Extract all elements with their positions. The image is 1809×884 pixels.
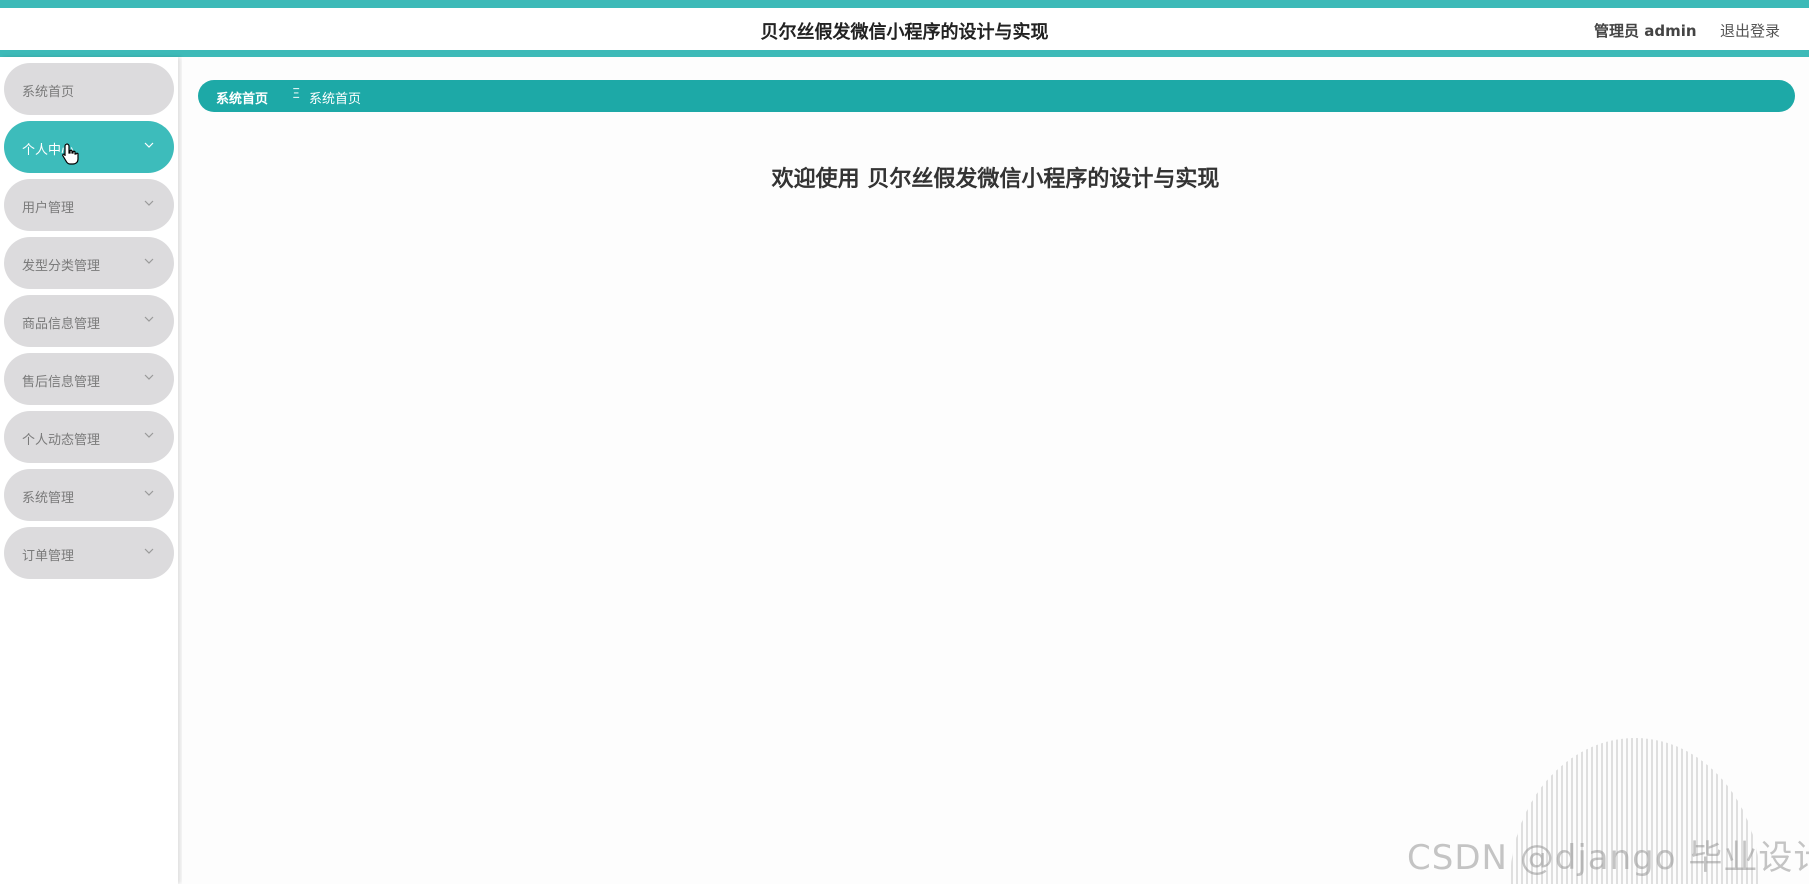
breadcrumb-home-link[interactable]: 系统首页 — [216, 88, 268, 107]
chevron-down-icon — [144, 258, 154, 264]
chevron-down-icon — [144, 432, 154, 438]
sidebar-item-home[interactable]: 系统首页 — [4, 63, 174, 115]
chevron-down-icon — [144, 316, 154, 322]
chevron-down-icon — [144, 374, 154, 380]
top-header: 贝尔丝假发微信小程序的设计与实现 管理员 admin 退出登录 — [0, 0, 1809, 57]
breadcrumb-current: 系统首页 — [309, 92, 362, 107]
app-title: 贝尔丝假发微信小程序的设计与实现 — [760, 22, 1049, 43]
sidebar-item-label: 系统管理 — [22, 491, 75, 506]
sidebar-item-label: 系统首页 — [22, 85, 75, 100]
breadcrumb-separator-icon: Ξ — [292, 87, 301, 102]
sidebar-item-product-info[interactable]: 商品信息管理 — [4, 295, 174, 347]
chevron-down-icon — [144, 200, 154, 206]
sidebar-item-after-sales[interactable]: 售后信息管理 — [4, 353, 174, 405]
sidebar-item-personal-center[interactable]: 个人中心 — [4, 121, 174, 173]
sidebar-item-label: 售后信息管理 — [22, 375, 101, 390]
chevron-down-icon — [144, 490, 154, 496]
chevron-down-icon — [144, 142, 154, 148]
sidebar-item-label: 订单管理 — [22, 549, 75, 564]
sidebar-item-system-management[interactable]: 系统管理 — [4, 469, 174, 521]
chevron-down-icon — [144, 548, 154, 554]
hand-pointer-icon — [62, 143, 79, 165]
sidebar-item-hairstyle-category[interactable]: 发型分类管理 — [4, 237, 174, 289]
breadcrumb: 系统首页 Ξ 系统首页 — [198, 80, 1795, 112]
watermark-text: CSDN @django 毕业设计 — [1407, 838, 1809, 878]
welcome-heading: 欢迎使用 贝尔丝假发微信小程序的设计与实现 — [771, 167, 1220, 192]
sidebar-item-personal-feed[interactable]: 个人动态管理 — [4, 411, 174, 463]
sidebar-item-label: 商品信息管理 — [22, 317, 101, 332]
sidebar-item-label: 发型分类管理 — [22, 259, 101, 274]
sidebar-item-label: 个人动态管理 — [22, 433, 101, 448]
sidebar-item-user-management[interactable]: 用户管理 — [4, 179, 174, 231]
sidebar-item-label: 用户管理 — [22, 201, 75, 216]
admin-user-label: 管理员 admin — [1594, 22, 1697, 40]
logout-button[interactable]: 退出登录 — [1720, 20, 1780, 41]
sidebar: 系统首页 个人中心 用户管理 发型分类管理 商品信息管理 售后信息管理 个人动态… — [0, 57, 178, 884]
sidebar-item-order-management[interactable]: 订单管理 — [4, 527, 174, 579]
